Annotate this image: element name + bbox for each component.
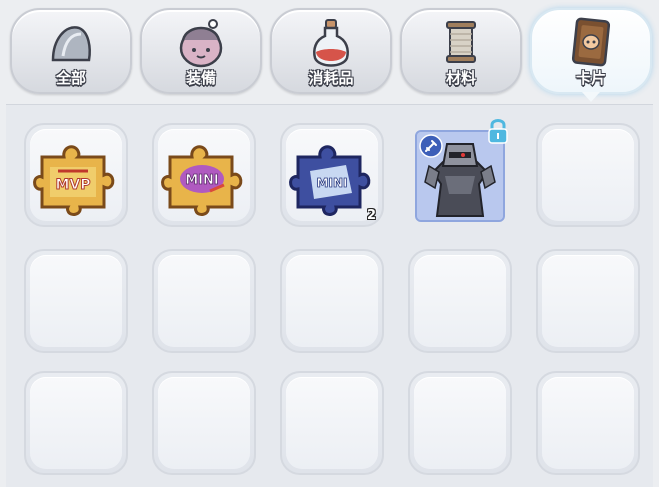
empty-slot[interactable] [408, 249, 512, 353]
active-tab-pointer [582, 92, 600, 102]
tab-consumables[interactable]: 消耗品 [270, 8, 392, 94]
item-slot[interactable]: MVP [24, 123, 128, 227]
mvp-puzzle-icon: MVP [33, 145, 115, 216]
svg-text:MVP: MVP [55, 177, 90, 193]
tab-equipment[interactable]: 装備 [140, 8, 262, 94]
item-count: 2 [366, 208, 376, 223]
empty-slot[interactable] [280, 249, 384, 353]
empty-slot[interactable] [536, 123, 640, 227]
empty-slot[interactable] [24, 371, 128, 475]
blue-mini-puzzle-icon: MINI [289, 145, 371, 216]
potion-icon [313, 19, 349, 67]
inventory-tab-bar: 全部 装備 消耗品 材料 卡片 [0, 0, 659, 104]
sword-badge-icon [419, 134, 443, 158]
empty-slot[interactable] [280, 371, 384, 475]
tab-label: 消耗品 [308, 69, 354, 87]
item-grid-panel: MVP MINI MINI 2 [6, 104, 653, 487]
tab-label: 装備 [185, 69, 216, 87]
svg-text:MINI: MINI [185, 173, 219, 188]
empty-slot[interactable] [24, 249, 128, 353]
thread-spool-icon [446, 21, 476, 63]
tab-label: 全部 [55, 69, 86, 87]
empty-slot[interactable] [152, 371, 256, 475]
empty-slot[interactable] [536, 371, 640, 475]
empty-slot[interactable] [536, 249, 640, 353]
empty-slot[interactable] [408, 371, 512, 475]
tab-label: 卡片 [575, 69, 606, 87]
item-slot[interactable]: MINI 2 [280, 123, 384, 227]
item-slot[interactable]: MINI [152, 123, 256, 227]
all-items-icon [51, 26, 91, 62]
item-slot-card[interactable] [408, 119, 512, 227]
mini-puzzle-icon: MINI [161, 145, 243, 216]
tab-label: 材料 [445, 69, 476, 87]
equipment-icon [179, 19, 223, 68]
tab-all[interactable]: 全部 [10, 8, 132, 94]
tab-cards[interactable]: 卡片 [530, 8, 652, 102]
lock-icon [488, 119, 508, 144]
empty-slot[interactable] [152, 249, 256, 353]
svg-text:MINI: MINI [317, 176, 348, 190]
card-icon [571, 17, 611, 67]
tab-materials[interactable]: 材料 [400, 8, 522, 94]
